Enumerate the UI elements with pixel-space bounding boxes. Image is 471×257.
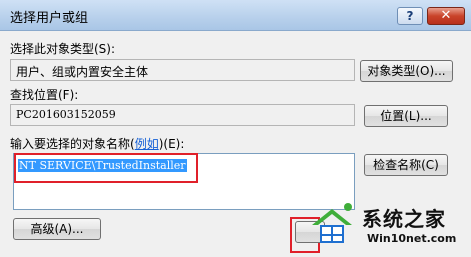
window-title: 选择用户或组 (10, 11, 89, 26)
check-names-button[interactable]: 检查名称(C) (364, 154, 448, 176)
watermark-url: Win10net.com (367, 232, 457, 245)
object-type-field: 用户、组或内置安全主体 (10, 59, 355, 81)
title-bar: 选择用户或组 ? ✕ (0, 0, 471, 31)
examples-link[interactable]: 例如 (135, 137, 159, 151)
watermark-name: 系统之家 (362, 207, 446, 231)
object-types-button[interactable]: 对象类型(O)... (360, 60, 453, 82)
object-names-label-prefix: 输入要选择的对象名称( (10, 137, 135, 151)
advanced-button[interactable]: 高级(A)... (13, 218, 101, 240)
help-button[interactable]: ? (397, 7, 423, 25)
location-field: PC201603152059 (10, 104, 355, 126)
object-names-label: 输入要选择的对象名称(例如)(E): (10, 135, 184, 152)
close-button[interactable]: ✕ (427, 7, 465, 25)
object-type-label: 选择此对象类型(S): (10, 42, 116, 56)
object-names-label-suffix: )(E): (158, 137, 185, 151)
watermark-logo-icon (312, 203, 352, 243)
locations-button[interactable]: 位置(L)... (364, 105, 448, 127)
highlight-box (14, 153, 198, 183)
location-label: 查找位置(F): (10, 88, 79, 102)
